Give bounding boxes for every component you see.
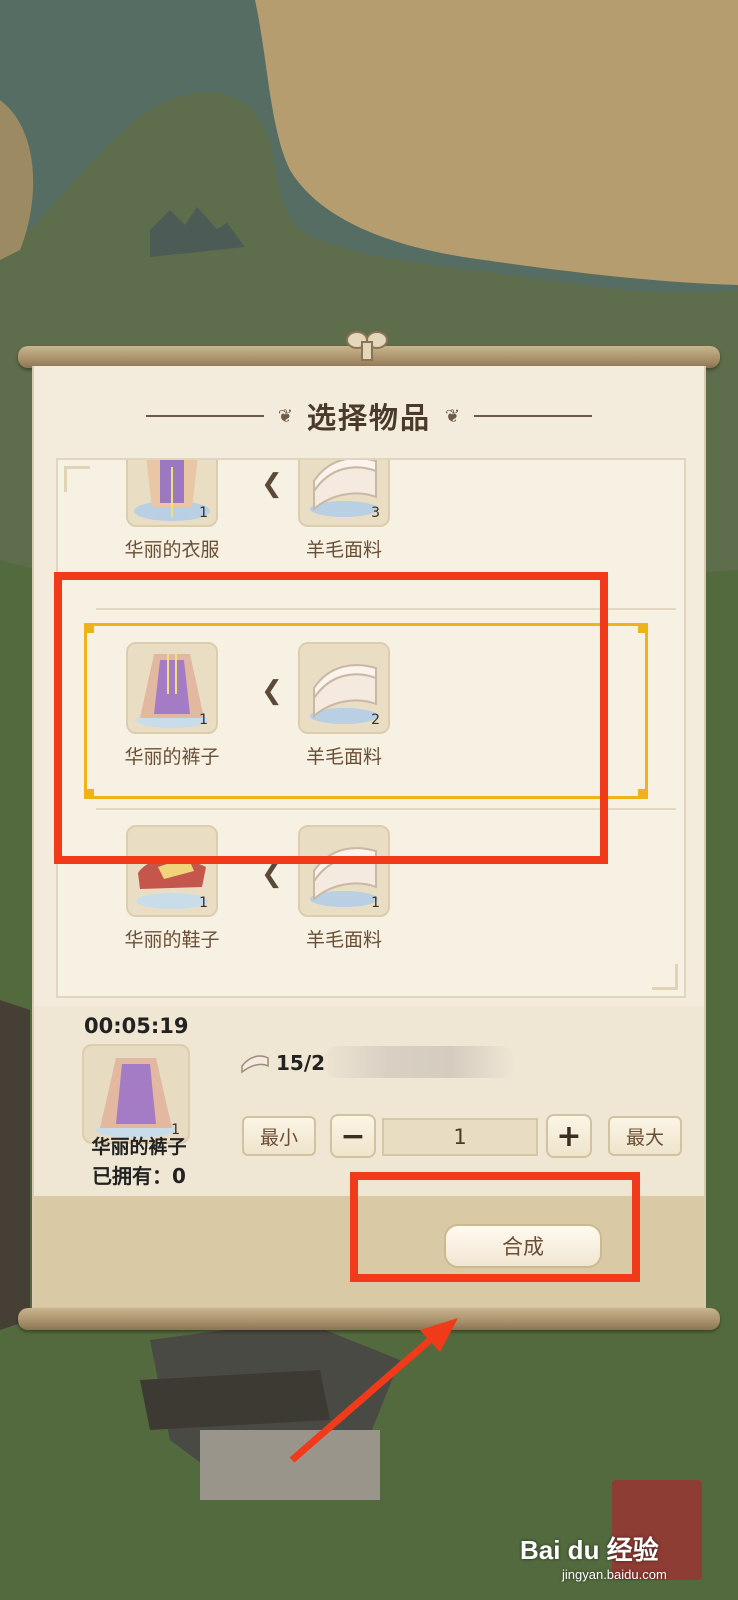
watermark-url: jingyan.baidu.com: [562, 1567, 667, 1582]
watermark-brand: Bai du 经验: [520, 1535, 659, 1565]
baidu-watermark: Bai du 经验 jingyan.baidu.com: [520, 1530, 720, 1586]
annotation-arrow-icon: [289, 1318, 458, 1463]
